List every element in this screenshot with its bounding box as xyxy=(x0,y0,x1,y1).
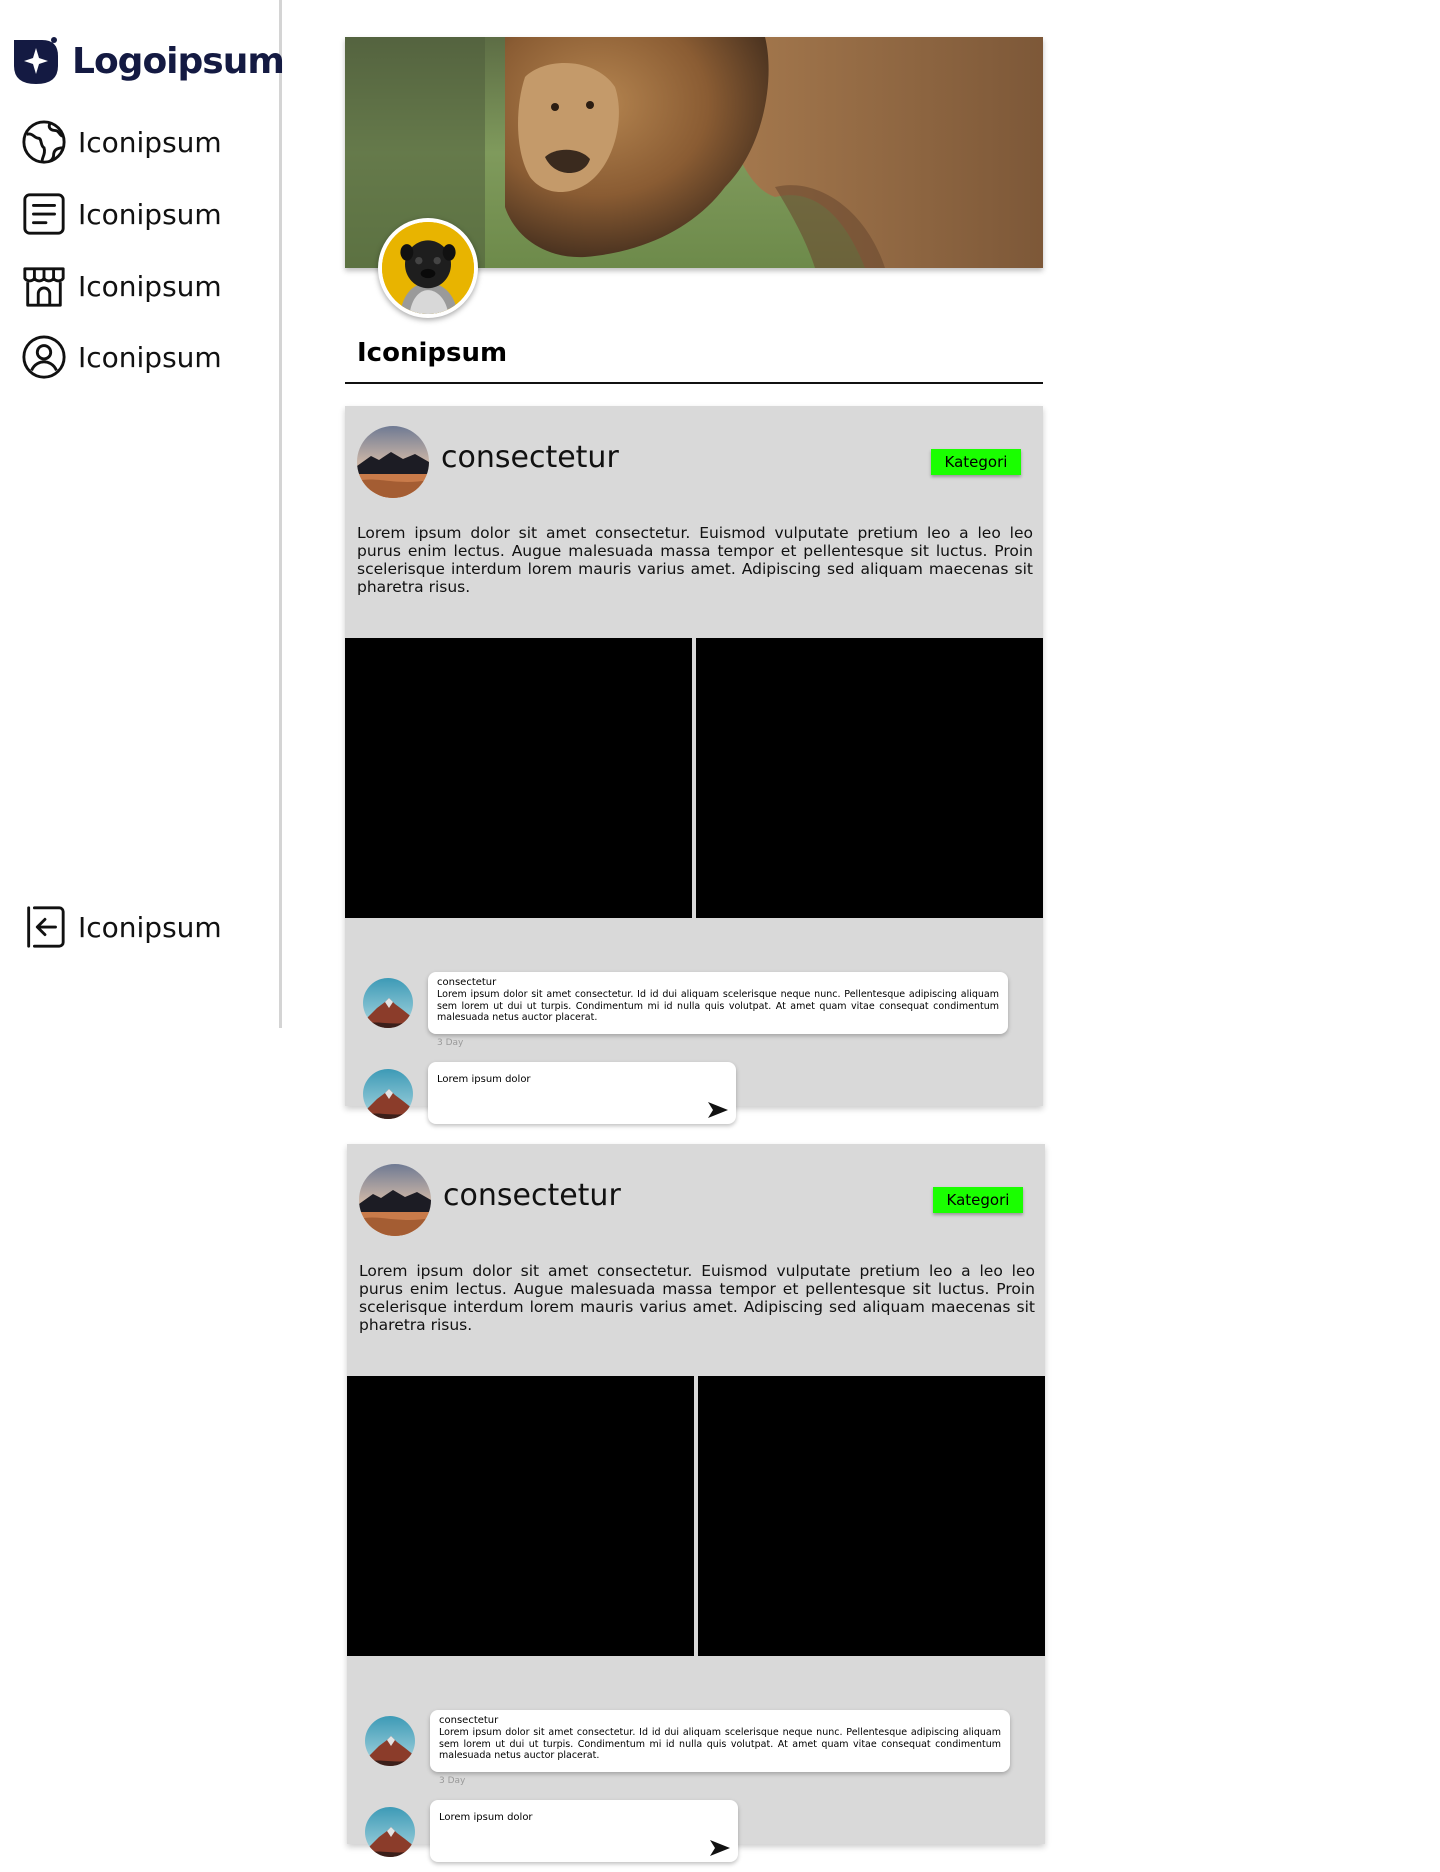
comment-timestamp: 3 Day xyxy=(439,1776,466,1786)
current-user-avatar xyxy=(365,1807,415,1857)
commenter-avatar[interactable] xyxy=(365,1716,415,1766)
profile-divider xyxy=(345,382,1043,384)
globe-icon xyxy=(20,118,68,166)
post-body: Lorem ipsum dolor sit amet consectetur. … xyxy=(359,1262,1035,1334)
profile-name: Iconipsum xyxy=(357,338,508,368)
comment-bubble: consectetur Lorem ipsum dolor sit amet c… xyxy=(430,1710,1010,1772)
comment-input[interactable]: Lorem ipsum dolor xyxy=(430,1800,738,1862)
post-body: Lorem ipsum dolor sit amet consectetur. … xyxy=(357,524,1033,596)
author-avatar[interactable] xyxy=(357,426,429,498)
sidebar-item-label: Iconipsum xyxy=(78,125,222,159)
sidebar-item-document[interactable]: Iconipsum xyxy=(20,190,222,238)
comment-input-value: Lorem ipsum dolor xyxy=(439,1812,533,1823)
post-author: consectetur xyxy=(441,440,619,475)
comment-author: consectetur xyxy=(439,1715,499,1726)
category-badge[interactable]: Kategori xyxy=(933,1187,1023,1213)
user-circle-icon xyxy=(20,333,68,381)
sidebar-item-label: Iconipsum xyxy=(78,269,222,303)
sidebar: Logoipsum Iconipsum Iconipsum Iconipsum … xyxy=(0,0,285,1028)
comment-input[interactable]: Lorem ipsum dolor xyxy=(428,1062,736,1124)
profile-avatar[interactable] xyxy=(378,218,478,318)
logout-icon xyxy=(20,903,68,951)
post-media[interactable] xyxy=(698,1376,1045,1656)
post-media[interactable] xyxy=(696,638,1043,918)
sidebar-item-profile[interactable]: Iconipsum xyxy=(20,333,222,381)
current-user-avatar xyxy=(363,1069,413,1119)
author-avatar[interactable] xyxy=(359,1164,431,1236)
comment-input-value: Lorem ipsum dolor xyxy=(437,1074,531,1085)
logo-text: Logoipsum xyxy=(72,40,285,82)
comment-timestamp: 3 Day xyxy=(437,1038,464,1048)
comment-text: Lorem ipsum dolor sit amet consectetur. … xyxy=(437,989,999,1023)
post-card: consectetur Kategori Lorem ipsum dolor s… xyxy=(347,1144,1045,1862)
comment-bubble: consectetur Lorem ipsum dolor sit amet c… xyxy=(428,972,1008,1034)
category-badge[interactable]: Kategori xyxy=(931,449,1021,475)
post-media[interactable] xyxy=(347,1376,694,1656)
send-icon[interactable] xyxy=(710,1840,730,1856)
sidebar-item-label: Iconipsum xyxy=(78,340,222,374)
post-media[interactable] xyxy=(345,638,692,918)
send-icon[interactable] xyxy=(708,1102,728,1118)
post-author: consectetur xyxy=(443,1178,621,1213)
comment-text: Lorem ipsum dolor sit amet consectetur. … xyxy=(439,1727,1001,1761)
sidebar-item-label: Iconipsum xyxy=(78,197,222,231)
sidebar-item-label: Iconipsum xyxy=(78,910,222,944)
sidebar-item-globe[interactable]: Iconipsum xyxy=(20,118,222,166)
comment-author: consectetur xyxy=(437,977,497,988)
sidebar-item-store[interactable]: Iconipsum xyxy=(20,262,222,310)
document-icon xyxy=(20,190,68,238)
logo-shield-icon xyxy=(14,37,58,84)
post-card: consectetur Kategori Lorem ipsum dolor s… xyxy=(345,406,1043,1124)
store-icon xyxy=(20,262,68,310)
logo[interactable]: Logoipsum xyxy=(12,36,285,86)
sidebar-item-logout[interactable]: Iconipsum xyxy=(20,903,222,951)
commenter-avatar[interactable] xyxy=(363,978,413,1028)
